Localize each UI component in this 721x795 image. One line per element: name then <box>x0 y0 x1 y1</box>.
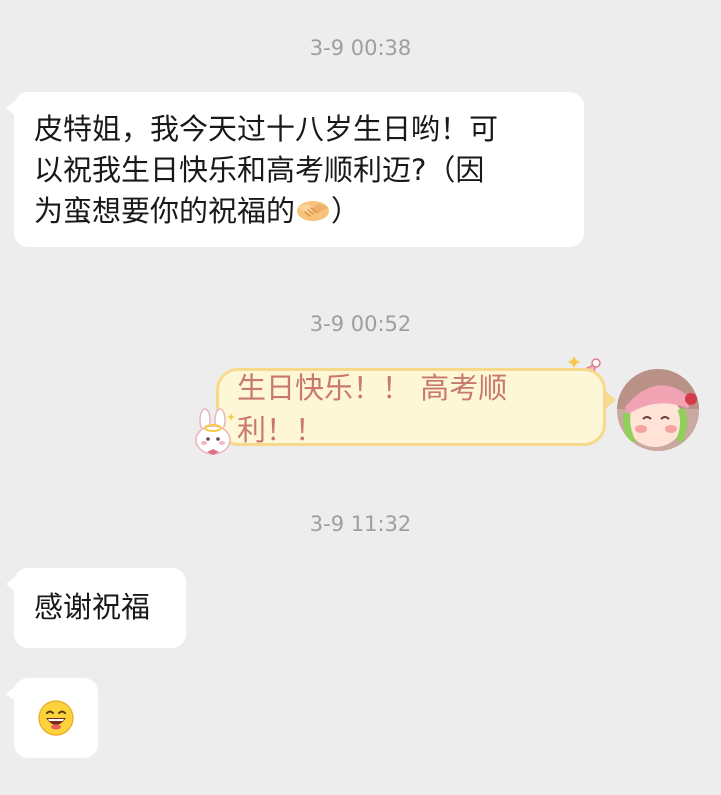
outgoing-message-bubble[interactable]: 生日快乐！！ 高考顺利！！ <box>216 368 616 447</box>
timestamp: 3-9 00:52 <box>309 312 412 336</box>
laughing-face-icon <box>38 700 74 736</box>
timestamp: 3-9 11:32 <box>309 512 412 536</box>
message-text: 生日快乐！！ 高考顺利！！ <box>237 371 508 447</box>
incoming-message-bubble[interactable] <box>6 678 98 758</box>
handshake-icon <box>297 201 330 221</box>
timestamp: 3-9 00:38 <box>309 36 412 60</box>
incoming-message-bubble[interactable]: 皮特姐，我今天过十八岁生日哟！可 以祝我生日快乐和高考顺利迈?（因 为蛮想要你的… <box>6 92 584 247</box>
message-text: 感谢祝福 <box>34 590 151 624</box>
bunny-angel-sticker-icon <box>195 408 235 455</box>
avatar-image <box>617 369 699 451</box>
incoming-message-bubble[interactable]: 感谢祝福 <box>6 568 186 648</box>
message-line: 以祝我生日快乐和高考顺利迈?（因 <box>34 153 485 187</box>
message-text: 为蛮想要你的祝福的 <box>34 194 296 228</box>
avatar[interactable] <box>617 369 699 451</box>
message-line: 为蛮想要你的祝福的 ） <box>34 191 564 232</box>
message-line: 皮特姐，我今天过十八岁生日哟！可 <box>34 112 499 146</box>
message-text: ） <box>331 194 361 228</box>
